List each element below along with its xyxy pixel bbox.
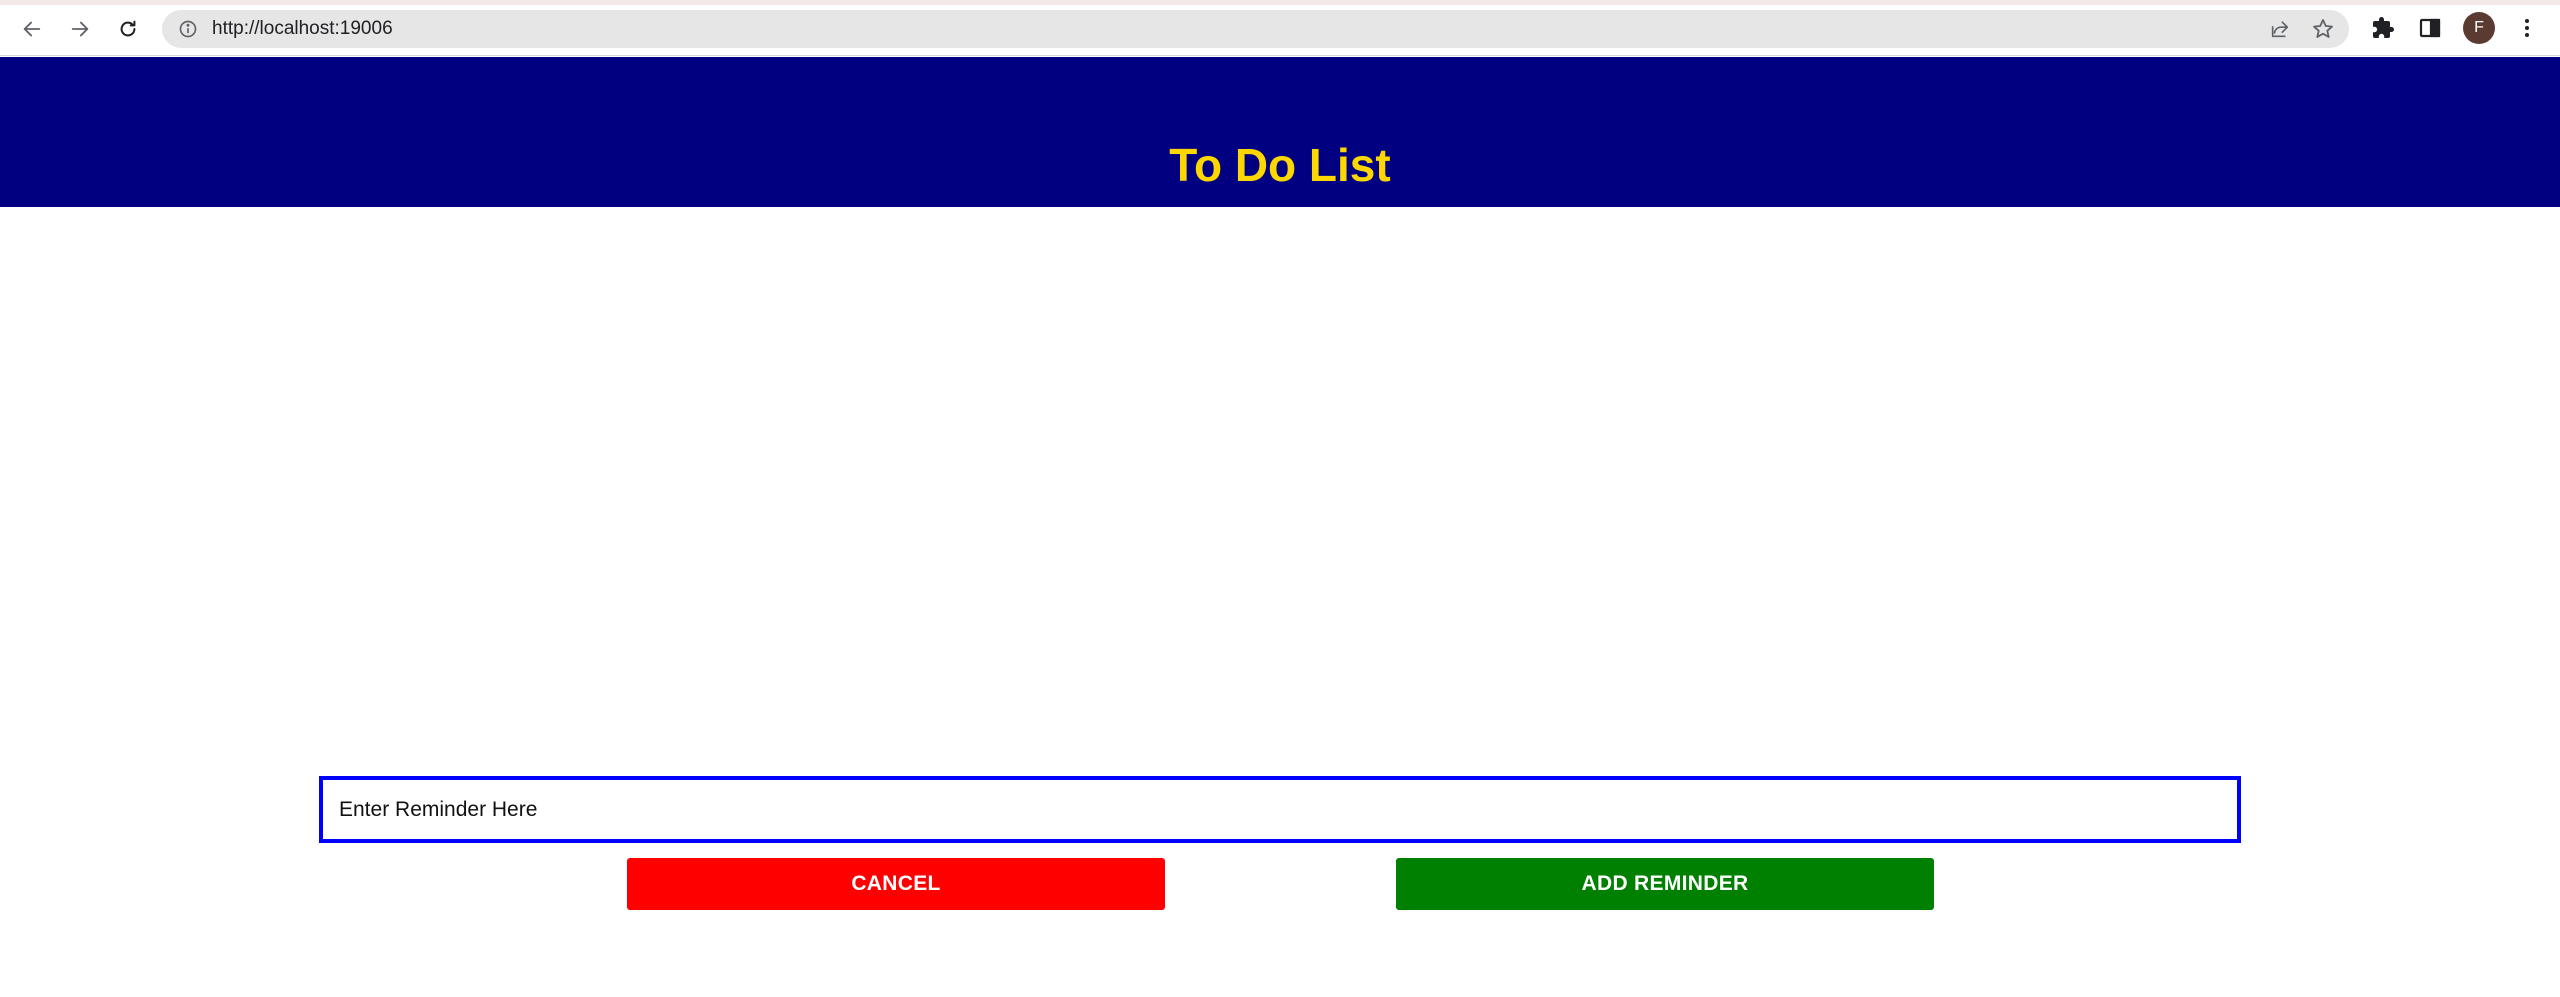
side-panel-icon xyxy=(2419,18,2441,38)
add-reminder-button[interactable]: ADD REMINDER xyxy=(1396,858,1934,910)
star-icon[interactable] xyxy=(2311,17,2335,41)
cancel-button[interactable]: CANCEL xyxy=(627,858,1165,910)
side-panel-button[interactable] xyxy=(2416,14,2444,42)
reload-button[interactable] xyxy=(113,14,143,44)
forward-button[interactable] xyxy=(65,14,95,44)
share-icon[interactable] xyxy=(2269,18,2291,40)
kebab-menu-icon xyxy=(2525,19,2529,37)
puzzle-icon xyxy=(2373,17,2394,38)
arrow-left-icon xyxy=(23,21,41,37)
url-text[interactable]: http://localhost:19006 xyxy=(212,18,393,40)
app-header: To Do List xyxy=(0,57,2560,207)
reload-icon xyxy=(120,20,136,37)
info-icon[interactable] xyxy=(178,19,198,39)
browser-toolbar: http://localhost:19006 F xyxy=(0,0,2560,56)
address-bar[interactable]: http://localhost:19006 xyxy=(162,10,2349,48)
tab-strip-edge xyxy=(0,0,2560,5)
arrow-right-icon xyxy=(71,21,89,37)
profile-avatar[interactable]: F xyxy=(2463,12,2495,44)
page-title: To Do List xyxy=(1169,139,1391,191)
back-button[interactable] xyxy=(17,14,47,44)
reminder-input[interactable] xyxy=(319,776,2241,843)
browser-menu-button[interactable] xyxy=(2513,14,2541,42)
extensions-button[interactable] xyxy=(2369,14,2397,42)
